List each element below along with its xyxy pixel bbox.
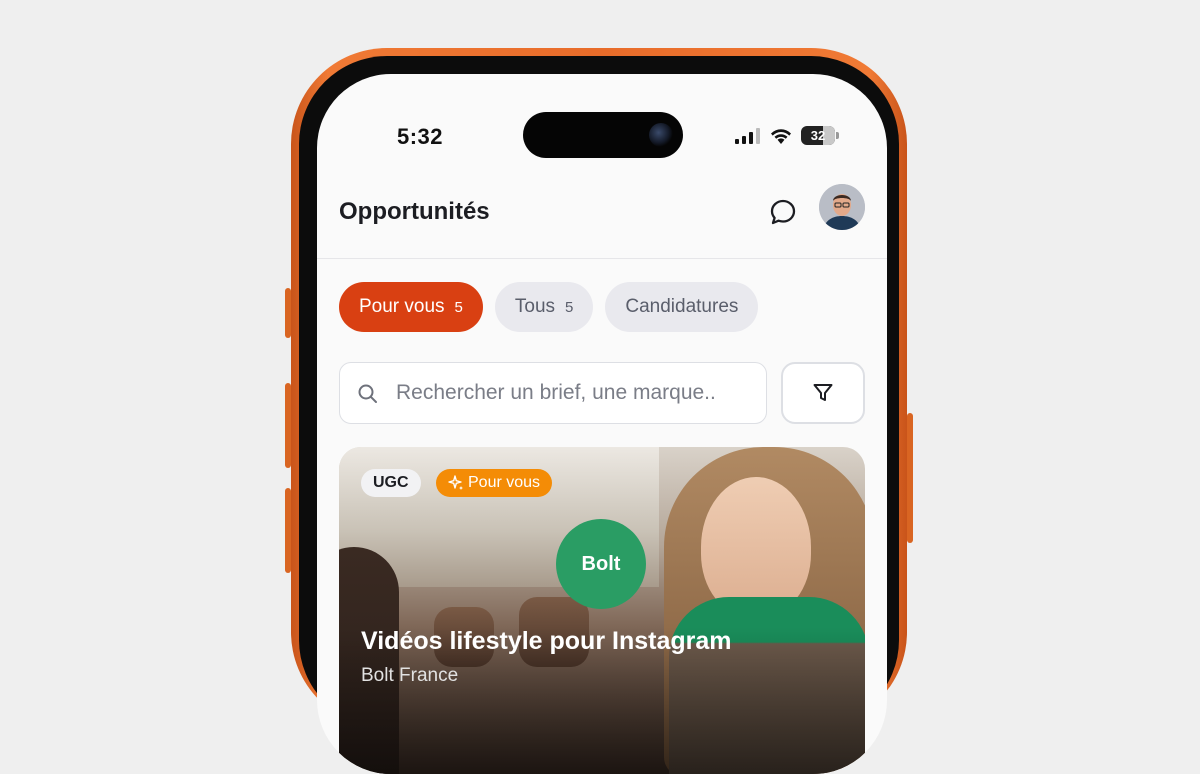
search-input[interactable]: Rechercher un brief, une marque.. (339, 362, 767, 424)
brand-logo: Bolt (556, 519, 646, 609)
power-button (907, 413, 913, 543)
tab-pour-vous[interactable]: Pour vous 5 (339, 282, 483, 332)
filter-tabs: Pour vous 5 Tous 5 Candidatures (339, 282, 759, 332)
pour-vous-badge: Pour vous (436, 469, 553, 497)
filter-button[interactable] (781, 362, 865, 424)
filter-icon (813, 384, 833, 401)
card-brand-name: Bolt France (361, 665, 459, 686)
tab-label: Pour vous (359, 296, 445, 317)
dynamic-island (523, 112, 683, 158)
volume-down-button (285, 488, 291, 573)
page-header: Opportunités (317, 182, 887, 259)
battery-icon: 32 (801, 126, 839, 145)
avatar[interactable] (819, 184, 865, 230)
action-button (285, 288, 291, 338)
camera-icon (649, 123, 673, 147)
card-title: Vidéos lifestyle pour Instagram (361, 627, 732, 655)
screen: 5:32 32 Opportunités Pour vous 5 Tous 5 … (317, 74, 887, 774)
ugc-badge: UGC (361, 469, 421, 497)
sparkle-icon (448, 475, 463, 490)
opportunity-card[interactable]: UGC Pour vous Bolt Vidéos lifestyle pour… (339, 447, 865, 774)
card-image-detail (701, 477, 811, 617)
tab-count: 5 (454, 298, 463, 316)
page-title: Opportunités (339, 198, 490, 225)
chat-button[interactable] (767, 196, 799, 228)
status-icons: 32 (735, 126, 839, 145)
volume-up-button (285, 383, 291, 468)
tab-count: 5 (565, 298, 574, 316)
badge-label: Pour vous (468, 474, 541, 491)
phone-bezel: 5:32 32 Opportunités Pour vous 5 Tous 5 … (299, 56, 899, 774)
tab-candidatures[interactable]: Candidatures (605, 282, 759, 332)
signal-icon (735, 127, 760, 144)
status-time: 5:32 (397, 124, 444, 149)
chat-icon (770, 199, 796, 225)
search-icon (358, 384, 377, 403)
battery-level: 32 (810, 128, 826, 143)
wifi-icon (771, 128, 791, 144)
phone-frame: 5:32 32 Opportunités Pour vous 5 Tous 5 … (285, 48, 913, 774)
tab-tous[interactable]: Tous 5 (494, 282, 594, 332)
tab-label: Candidatures (625, 296, 739, 317)
search-placeholder: Rechercher un brief, une marque.. (396, 381, 716, 404)
tab-label: Tous (514, 296, 556, 317)
